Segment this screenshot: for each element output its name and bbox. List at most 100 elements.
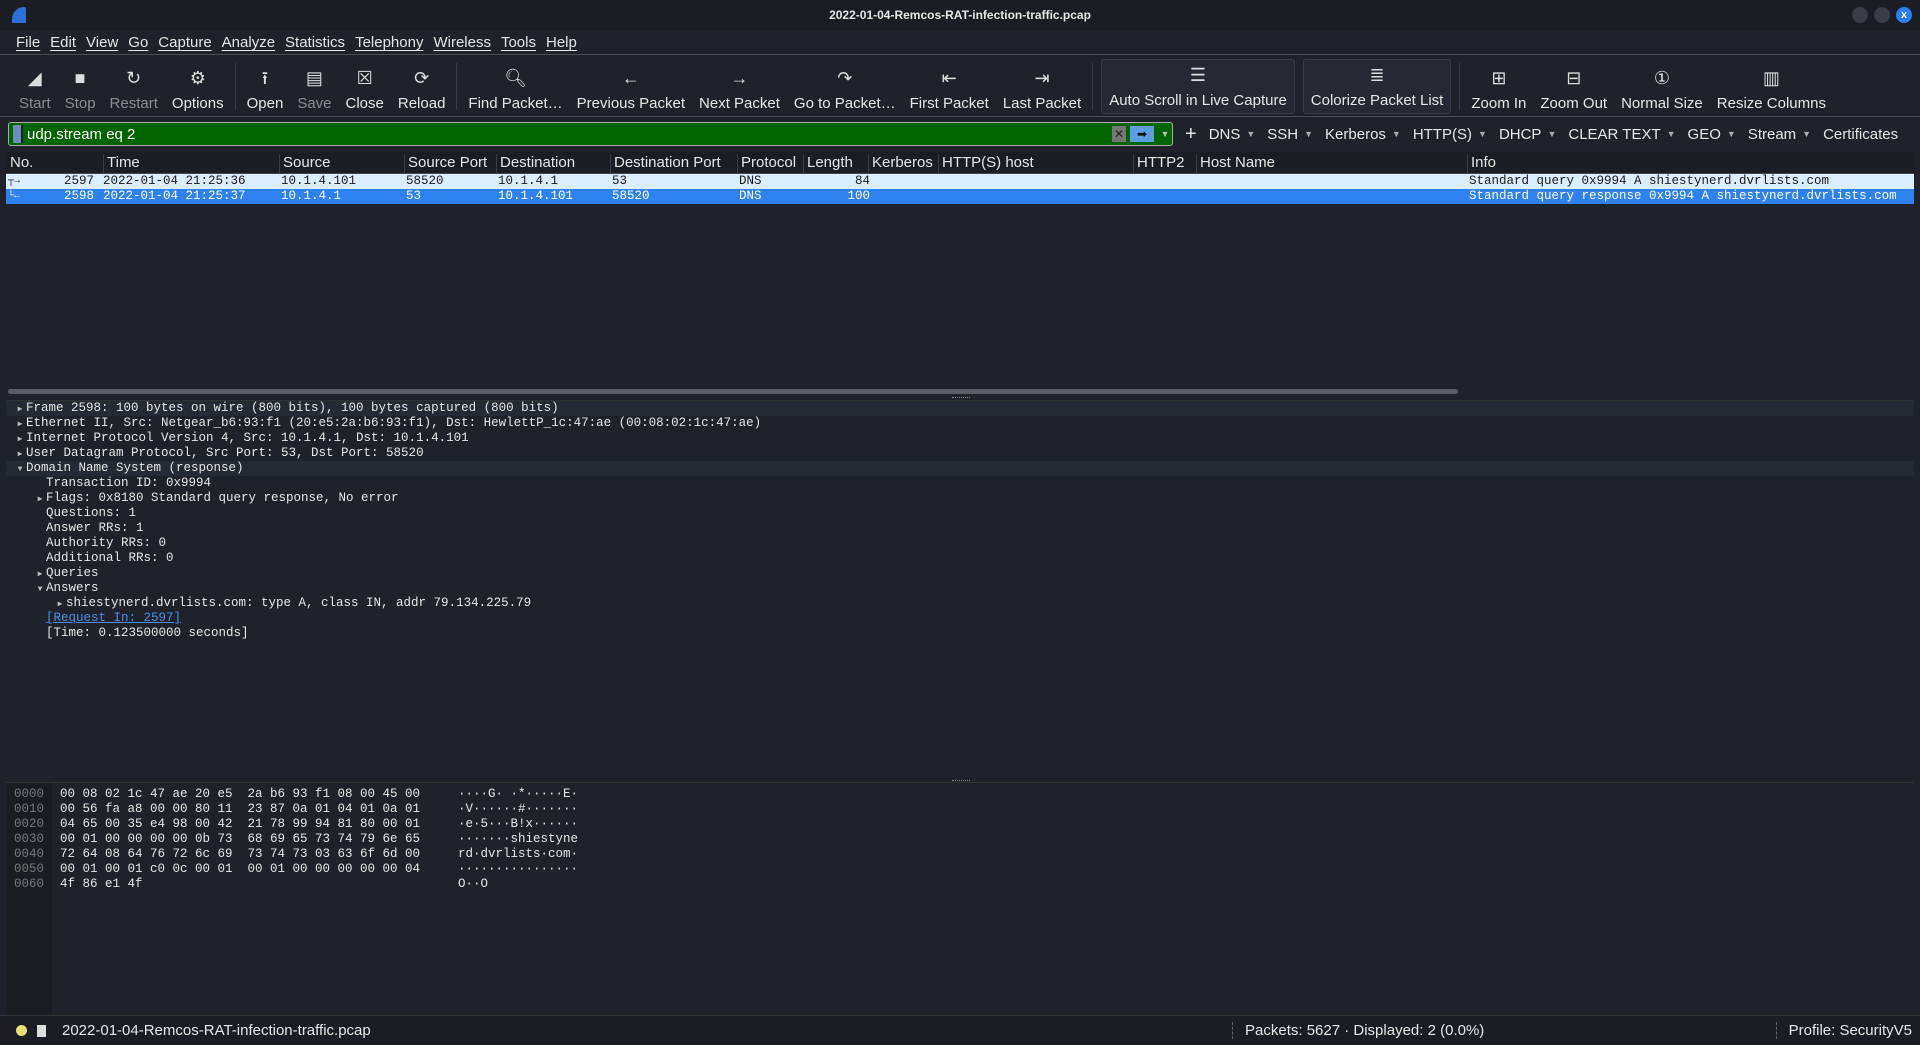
menu-help[interactable]: Help bbox=[544, 31, 585, 54]
toolbar-colorize-packet-list-button[interactable]: ≣ Colorize Packet List bbox=[1302, 59, 1452, 114]
hex-bytes[interactable]: 00 01 00 00 00 00 0b 73 68 69 65 73 74 7… bbox=[60, 832, 420, 847]
menu-go[interactable]: Go bbox=[126, 31, 156, 54]
toolbar-open-button[interactable]: ⭱ Open bbox=[240, 57, 291, 116]
packet-list-scrollbar[interactable] bbox=[8, 389, 1458, 394]
column-header-destination-port[interactable]: Destination Port bbox=[610, 154, 721, 174]
detail-tree-item[interactable]: ▶ shiestynerd.dvrlists.com: type A, class… bbox=[6, 596, 1914, 611]
collapsed-arrow-icon[interactable]: ▶ bbox=[14, 402, 26, 417]
column-header-host-name[interactable]: Host Name bbox=[1196, 154, 1275, 174]
collapsed-arrow-icon[interactable]: ▶ bbox=[54, 597, 66, 612]
column-header-time[interactable]: Time bbox=[103, 154, 140, 174]
hex-bytes[interactable]: 04 65 00 35 e4 98 00 42 21 78 99 94 81 8… bbox=[60, 817, 420, 832]
comment-icon[interactable] bbox=[37, 1024, 46, 1037]
hex-bytes[interactable]: 72 64 08 64 76 72 6c 69 73 74 73 03 63 6… bbox=[60, 847, 420, 862]
detail-tree-item[interactable]: [Request In: 2597] bbox=[6, 611, 1914, 626]
toolbar-next-packet-button[interactable]: → Next Packet bbox=[692, 57, 787, 116]
toolbar-auto-scroll-in-live-capture-button[interactable]: ☰ Auto Scroll in Live Capture bbox=[1101, 59, 1295, 114]
menu-file[interactable]: File bbox=[14, 31, 48, 54]
filter-button-clear-text[interactable]: CLEAR TEXT bbox=[1562, 126, 1666, 143]
menu-wireless[interactable]: Wireless bbox=[431, 31, 499, 54]
filter-button-dns[interactable]: DNS bbox=[1203, 126, 1247, 143]
packet-row[interactable]: 2597 2022-01-04 21:25:36 10.1.4.101 58520 10… bbox=[6, 174, 1914, 189]
column-header-info[interactable]: Info bbox=[1467, 154, 1496, 174]
toolbar-start-button[interactable]: ◢ Start bbox=[12, 57, 58, 116]
column-header-http2[interactable]: HTTP2 bbox=[1133, 154, 1185, 174]
filter-button-stream[interactable]: Stream bbox=[1742, 126, 1802, 143]
column-header-kerberos[interactable]: Kerberos bbox=[868, 154, 933, 174]
detail-tree-item[interactable]: ▶ User Datagram Protocol, Src Port: 53, D… bbox=[6, 446, 1914, 461]
expert-info-icon[interactable] bbox=[16, 1025, 27, 1036]
menu-edit[interactable]: Edit bbox=[48, 31, 84, 54]
apply-filter-icon[interactable]: ➡ bbox=[1130, 126, 1154, 142]
toolbar-resize-columns-button[interactable]: ▥ Resize Columns bbox=[1710, 57, 1833, 116]
toolbar-zoom-in-button[interactable]: ⊞ Zoom In bbox=[1464, 57, 1533, 116]
detail-tree-item[interactable]: ▶ Ethernet II, Src: Netgear_b6:93:f1 (20:… bbox=[6, 416, 1914, 431]
detail-tree-item[interactable]: Authority RRs: 0 bbox=[6, 536, 1914, 551]
request-in-link[interactable]: [Request In: 2597] bbox=[46, 611, 181, 625]
collapsed-arrow-icon[interactable]: ▶ bbox=[34, 492, 46, 507]
hex-bytes[interactable]: 00 56 fa a8 00 00 80 11 23 87 0a 01 04 0… bbox=[60, 802, 420, 817]
window-close-button[interactable]: x bbox=[1896, 7, 1912, 23]
clear-filter-icon[interactable]: ✕ bbox=[1112, 126, 1126, 142]
packet-row[interactable]: 2598 2022-01-04 21:25:37 10.1.4.1 53 10.1.4.… bbox=[6, 189, 1914, 204]
column-header-length[interactable]: Length bbox=[803, 154, 853, 174]
column-header-no[interactable]: No. bbox=[7, 154, 33, 174]
status-profile[interactable]: Profile: SecurityV5 bbox=[1775, 1022, 1912, 1039]
detail-tree-item[interactable]: [Time: 0.123500000 seconds] bbox=[6, 626, 1914, 641]
add-filter-button-icon[interactable]: + bbox=[1179, 123, 1203, 146]
toolbar-save-button[interactable]: ▤ Save bbox=[290, 57, 338, 116]
detail-tree-item[interactable]: ▼ Domain Name System (response) bbox=[6, 461, 1914, 476]
hex-ascii[interactable]: ·V······#······· bbox=[458, 802, 578, 817]
column-header-source[interactable]: Source bbox=[279, 154, 331, 174]
toolbar-restart-button[interactable]: ↻ Restart bbox=[103, 57, 165, 116]
detail-tree-item[interactable]: ▶ Flags: 0x8180 Standard query response, … bbox=[6, 491, 1914, 506]
chevron-down-icon[interactable]: ▼ bbox=[1667, 129, 1682, 139]
chevron-down-icon[interactable]: ▼ bbox=[1392, 129, 1407, 139]
detail-tree-item[interactable]: ▶ Internet Protocol Version 4, Src: 10.1.… bbox=[6, 431, 1914, 446]
hex-bytes[interactable]: 00 01 00 01 c0 0c 00 01 00 01 00 00 00 0… bbox=[60, 862, 420, 877]
detail-tree-item[interactable]: Transaction ID: 0x9994 bbox=[6, 476, 1914, 491]
chevron-down-icon[interactable]: ▼ bbox=[1547, 129, 1562, 139]
toolbar-normal-size-button[interactable]: ① Normal Size bbox=[1614, 57, 1710, 116]
toolbar-first-packet-button[interactable]: ⇤ First Packet bbox=[903, 57, 996, 116]
expanded-arrow-icon[interactable]: ▼ bbox=[14, 462, 26, 477]
toolbar-go-to-packet-button[interactable]: ↷ Go to Packet… bbox=[787, 57, 903, 116]
menu-analyze[interactable]: Analyze bbox=[220, 31, 283, 54]
filter-button-dhcp[interactable]: DHCP bbox=[1493, 126, 1548, 143]
detail-tree-item[interactable]: Answer RRs: 1 bbox=[6, 521, 1914, 536]
minimize-button[interactable] bbox=[1852, 7, 1868, 23]
hex-ascii[interactable]: ·e·5···B!x······ bbox=[458, 817, 578, 832]
chevron-down-icon[interactable]: ▼ bbox=[1802, 129, 1817, 139]
expanded-arrow-icon[interactable]: ▼ bbox=[34, 582, 46, 597]
toolbar-options-button[interactable]: ⚙ Options bbox=[165, 57, 231, 116]
collapsed-arrow-icon[interactable]: ▶ bbox=[34, 567, 46, 582]
menu-view[interactable]: View bbox=[84, 31, 126, 54]
menu-statistics[interactable]: Statistics bbox=[283, 31, 353, 54]
column-header-http-s-host[interactable]: HTTP(S) host bbox=[938, 154, 1034, 174]
toolbar-reload-button[interactable]: ⟳ Reload bbox=[391, 57, 453, 116]
collapsed-arrow-icon[interactable]: ▶ bbox=[14, 447, 26, 462]
menu-telephony[interactable]: Telephony bbox=[353, 31, 431, 54]
toolbar-zoom-out-button[interactable]: ⊟ Zoom Out bbox=[1533, 57, 1614, 116]
hex-bytes[interactable]: 4f 86 e1 4f bbox=[60, 877, 143, 892]
toolbar-stop-button[interactable]: ■ Stop bbox=[58, 57, 103, 116]
detail-tree-item[interactable]: ▶ Frame 2598: 100 bytes on wire (800 bits… bbox=[6, 401, 1914, 416]
filter-button-kerberos[interactable]: Kerberos bbox=[1319, 126, 1392, 143]
menu-capture[interactable]: Capture bbox=[156, 31, 219, 54]
hex-ascii[interactable]: rd·dvrlists·com· bbox=[458, 847, 578, 862]
detail-tree-item[interactable]: Additional RRs: 0 bbox=[6, 551, 1914, 566]
chevron-down-icon[interactable]: ▼ bbox=[1478, 129, 1493, 139]
filter-button-certificates[interactable]: Certificates bbox=[1817, 126, 1904, 143]
chevron-down-icon[interactable]: ▼ bbox=[1727, 129, 1742, 139]
maximize-button[interactable] bbox=[1874, 7, 1890, 23]
chevron-down-icon[interactable]: ▼ bbox=[1246, 129, 1261, 139]
detail-tree-item[interactable]: ▼ Answers bbox=[6, 581, 1914, 596]
hex-ascii[interactable]: O··O bbox=[458, 877, 488, 892]
filter-button-http-s-[interactable]: HTTP(S) bbox=[1407, 126, 1478, 143]
column-header-source-port[interactable]: Source Port bbox=[404, 154, 487, 174]
hex-ascii[interactable]: ····G· ·*·····E· bbox=[458, 787, 578, 802]
display-filter-input[interactable] bbox=[27, 125, 1112, 143]
column-header-destination[interactable]: Destination bbox=[496, 154, 575, 174]
column-header-protocol[interactable]: Protocol bbox=[737, 154, 796, 174]
filter-history-dropdown[interactable]: ▼ bbox=[1158, 129, 1172, 139]
